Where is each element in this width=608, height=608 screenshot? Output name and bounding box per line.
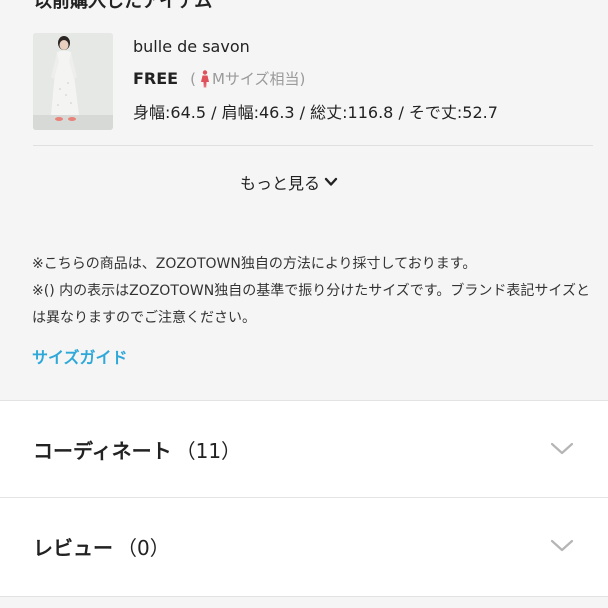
- size-equivalent-open: (: [190, 69, 196, 88]
- size-label: FREE: [133, 69, 179, 88]
- size-guide-link[interactable]: サイズガイド: [32, 344, 128, 368]
- divider: [33, 145, 593, 146]
- show-more-button[interactable]: もっと見る: [240, 170, 338, 194]
- accordion-coordinate-title: コーディネート: [33, 439, 172, 463]
- page: 以前購入したアイテム bulle de savon FREE (Mサイズ相当)…: [0, 0, 608, 608]
- show-more-label: もっと見る: [240, 174, 321, 193]
- chevron-down-icon: [550, 539, 574, 552]
- chevron-down-icon: [550, 442, 574, 455]
- size-equivalent-text: Mサイズ相当): [211, 70, 306, 88]
- accordion-coordinate[interactable]: コーディネート （11）: [0, 400, 608, 498]
- item-size: FREE ( Mサイズ相当): [133, 68, 305, 89]
- accordion-coordinate-count: （11）: [175, 439, 242, 463]
- accordion-coordinate-label: コーディネート （11）: [33, 435, 241, 464]
- item-brand: bulle de savon: [133, 37, 250, 56]
- item-thumbnail[interactable]: [33, 33, 113, 130]
- chevron-down-icon: [324, 177, 338, 186]
- woman-silhouette-icon: [200, 69, 209, 87]
- accordion-review-title: レビュー: [33, 536, 113, 560]
- measurement-note: ※こちらの商品は、ZOZOTOWN独自の方法により採寸しております。: [32, 256, 477, 272]
- size-equivalent: ( Mサイズ相当): [190, 68, 305, 89]
- list-item[interactable]: bulle de savon FREE ( Mサイズ相当) 身幅:64.5 / …: [33, 33, 593, 133]
- item-measurements: 身幅:64.5 / 肩幅:46.3 / 総丈:116.8 / そで丈:52.7: [133, 103, 498, 122]
- item-photo-image: [33, 33, 113, 130]
- size-note: ※() 内の表示はZOZOTOWN独自の基準で振り分けたサイズです。ブランド表記…: [32, 283, 590, 326]
- accordion-review[interactable]: レビュー （0）: [0, 497, 608, 597]
- accordion-review-count: （0）: [117, 536, 170, 560]
- accordion-review-label: レビュー （0）: [33, 532, 170, 561]
- section-heading-previous-items: 以前購入したアイテム: [34, 0, 213, 12]
